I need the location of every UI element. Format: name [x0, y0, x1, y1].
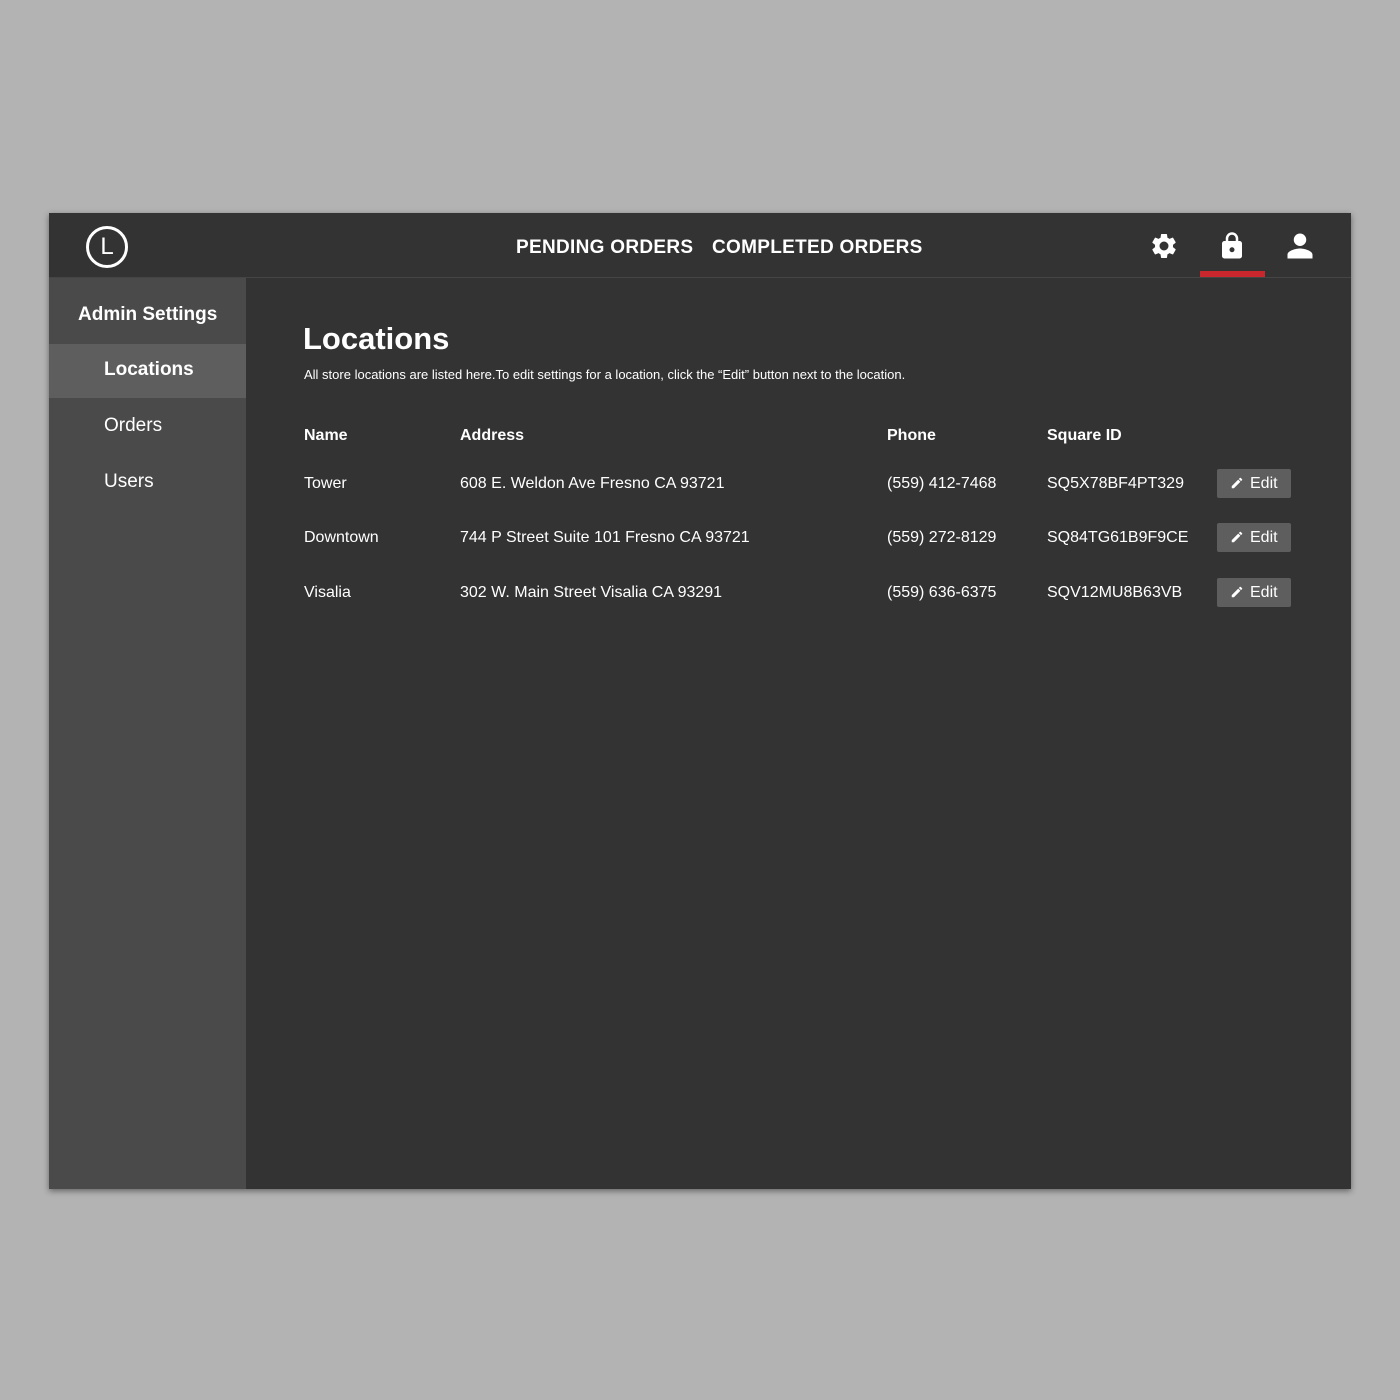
column-header-address: Address [460, 427, 525, 444]
cell-address: 744 P Street Suite 101 Fresno CA 93721 [460, 529, 750, 546]
edit-button-label: Edit [1250, 584, 1278, 601]
cell-square-id: SQ5X78BF4PT329 [1047, 475, 1184, 492]
cell-square-id: SQ84TG61B9F9CE [1047, 529, 1189, 546]
sidebar-item-label: Users [104, 471, 154, 492]
sidebar-item-users[interactable]: Users [49, 456, 246, 510]
page-title: Locations [303, 321, 450, 356]
column-header-name: Name [304, 427, 348, 444]
column-header-phone: Phone [887, 427, 936, 444]
cell-address: 302 W. Main Street Visalia CA 93291 [460, 584, 723, 601]
edit-button-label: Edit [1250, 475, 1278, 492]
sidebar-item-orders[interactable]: Orders [49, 400, 246, 454]
tab-pending-orders[interactable]: PENDING ORDERS [516, 237, 693, 259]
tab-completed-orders[interactable]: COMPLETED ORDERS [712, 237, 923, 259]
column-header-square-id: Square ID [1047, 427, 1122, 444]
sidebar-item-label: Locations [104, 359, 194, 380]
cell-name: Tower [304, 475, 347, 492]
user-icon[interactable] [1285, 231, 1315, 261]
cell-address: 608 E. Weldon Ave Fresno CA 93721 [460, 475, 725, 492]
cell-phone: (559) 636-6375 [887, 584, 997, 601]
logo[interactable]: L [86, 226, 128, 268]
sidebar-item-label: Orders [104, 415, 163, 436]
pencil-icon [1231, 477, 1243, 489]
cell-phone: (559) 412-7468 [887, 475, 997, 492]
gear-icon[interactable] [1149, 231, 1179, 261]
edit-button[interactable]: Edit [1217, 523, 1291, 552]
edit-button-label: Edit [1250, 529, 1278, 546]
sidebar-header: Admin Settings [78, 304, 218, 325]
pencil-icon [1231, 531, 1243, 543]
sidebar: Admin Settings Locations Orders Users [49, 278, 246, 1189]
top-bar: L PENDING ORDERS COMPLETED ORDERS [49, 213, 1351, 278]
sidebar-item-locations[interactable]: Locations [49, 344, 246, 398]
pencil-icon [1231, 586, 1243, 598]
app-window: L PENDING ORDERS COMPLETED ORDERS Admin … [49, 213, 1351, 1189]
cell-square-id: SQV12MU8B63VB [1047, 584, 1183, 601]
edit-button[interactable]: Edit [1217, 469, 1291, 498]
cell-phone: (559) 272-8129 [887, 529, 997, 546]
cell-name: Visalia [304, 584, 351, 601]
page-description: All store locations are listed here.To e… [304, 367, 906, 382]
active-tab-indicator [1200, 271, 1265, 277]
lock-icon[interactable] [1217, 231, 1247, 261]
edit-button[interactable]: Edit [1217, 578, 1291, 607]
cell-name: Downtown [304, 529, 379, 546]
